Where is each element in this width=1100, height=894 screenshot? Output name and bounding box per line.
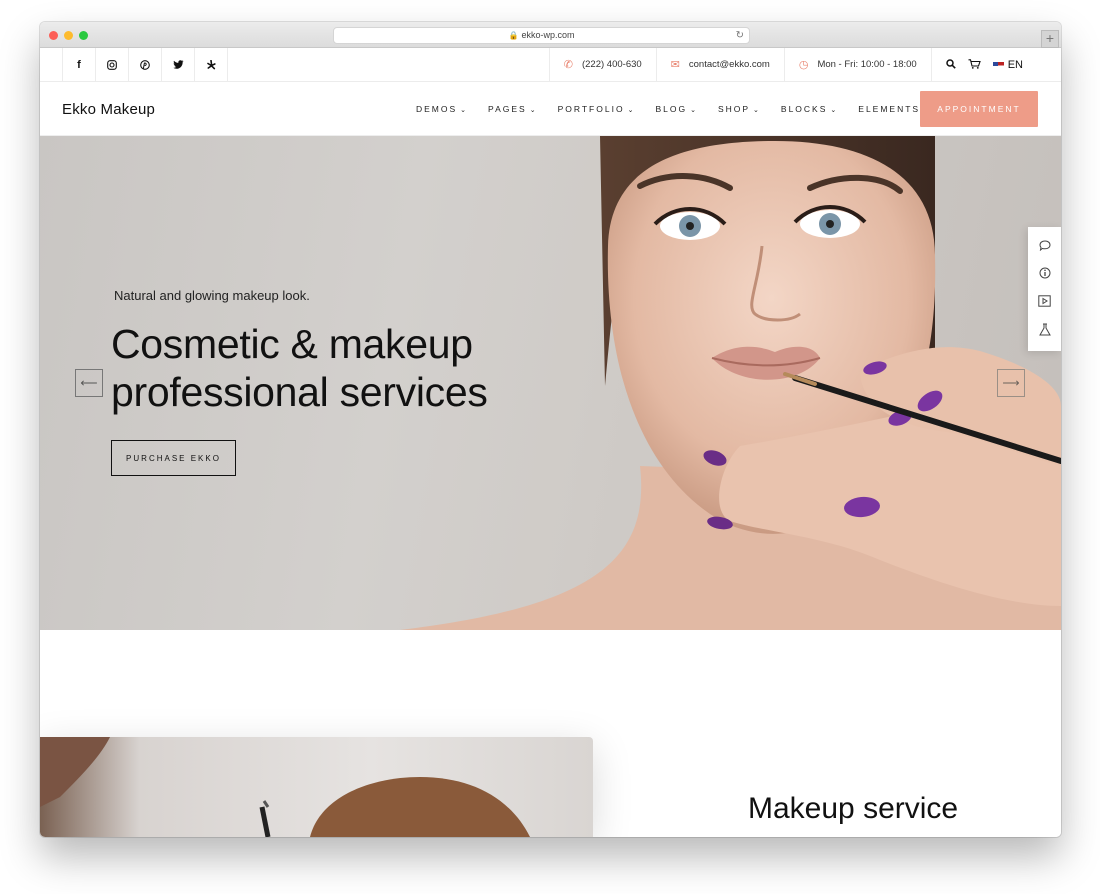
lock-icon: 🔒 <box>508 31 519 40</box>
hours-item: ◷ Mon - Fri: 10:00 - 18:00 <box>785 48 932 81</box>
slider-prev-arrow-icon[interactable]: ⟵ <box>75 369 103 397</box>
browser-window: 🔒 ekko-wp.com ↻ + f ✆ (222) 400-630 ✉ co… <box>40 22 1061 837</box>
site-logo[interactable]: Ekko Makeup <box>62 101 155 118</box>
nav-label: PAGES <box>488 104 527 114</box>
header-tools: EN <box>932 48 1039 82</box>
flask-icon[interactable] <box>1038 323 1051 339</box>
cart-icon[interactable] <box>968 58 981 72</box>
us-flag-icon <box>992 61 1004 69</box>
side-panel <box>1028 227 1061 351</box>
search-icon[interactable] <box>945 58 956 72</box>
contact-info: ✆ (222) 400-630 ✉ contact@ekko.com ◷ Mon… <box>548 48 1039 82</box>
language-selector[interactable]: EN <box>992 59 1023 71</box>
address-bar[interactable]: 🔒 ekko-wp.com ↻ <box>333 27 750 44</box>
section-title: Makeup service <box>748 792 959 825</box>
nav-item-pages[interactable]: PAGES ⌄ <box>488 104 536 114</box>
video-icon[interactable] <box>1038 294 1051 310</box>
site-header: Ekko Makeup DEMOS ⌄ PAGES ⌄ PORTFOLIO ⌄ BLO… <box>40 82 1061 136</box>
nav-item-elements[interactable]: ELEMENTS⌄ <box>858 104 929 114</box>
chevron-down-icon: ⌄ <box>830 107 837 114</box>
clock-icon: ◷ <box>798 59 809 71</box>
url-text: ekko-wp.com <box>521 30 575 40</box>
chevron-down-icon: ⌄ <box>529 107 536 114</box>
hours-text: Mon - Fri: 10:00 - 18:00 <box>817 59 917 70</box>
hero-slider: Natural and glowing makeup look. Cosmeti… <box>40 136 1061 630</box>
nav-item-shop[interactable]: SHOP ⌄ <box>718 104 759 114</box>
pinterest-icon[interactable] <box>129 48 162 81</box>
facebook-icon[interactable]: f <box>63 48 96 81</box>
hero-title-line: professional services <box>111 369 488 415</box>
hero-subtitle: Natural and glowing makeup look. <box>114 288 310 303</box>
chat-icon[interactable] <box>1038 239 1051 254</box>
nav-label: DEMOS <box>416 104 458 114</box>
phone-text: (222) 400-630 <box>581 59 642 70</box>
nav-item-demos[interactable]: DEMOS ⌄ <box>416 104 466 114</box>
service-image <box>40 737 593 837</box>
slider-next-arrow-icon[interactable]: ⟶ <box>997 369 1025 397</box>
top-info-bar: f ✆ (222) 400-630 ✉ contact@ekko.com ◷ M… <box>40 48 1061 82</box>
close-window-button[interactable] <box>49 31 58 40</box>
phone-icon: ✆ <box>563 59 573 71</box>
nav-item-blocks[interactable]: BLOCKS ⌄ <box>781 104 836 114</box>
yelp-icon[interactable] <box>195 48 228 81</box>
chevron-down-icon: ⌄ <box>460 107 467 114</box>
maximize-window-button[interactable] <box>79 31 88 40</box>
reload-icon[interactable]: ↻ <box>736 28 744 43</box>
chevron-down-icon: ⌄ <box>627 107 634 114</box>
nav-label: PORTFOLIO <box>557 104 625 114</box>
nav-label: ELEMENTS <box>858 104 921 114</box>
nav-item-portfolio[interactable]: PORTFOLIO ⌄ <box>558 104 634 114</box>
social-links: f <box>62 48 228 82</box>
services-section: Makeup service <box>40 630 1061 837</box>
service-photo <box>40 737 530 837</box>
hero-title-line: Cosmetic & makeup <box>111 321 473 367</box>
minimize-window-button[interactable] <box>64 31 73 40</box>
purchase-button[interactable]: PURCHASE EKKO <box>111 440 236 476</box>
main-nav: DEMOS ⌄ PAGES ⌄ PORTFOLIO ⌄ BLOG ⌄ SHOP ⌄ BLO… <box>416 82 929 136</box>
instagram-icon[interactable] <box>96 48 129 81</box>
email-item[interactable]: ✉ contact@ekko.com <box>657 48 785 81</box>
nav-label: BLOG <box>655 104 688 114</box>
hero-title: Cosmetic & makeup professional services <box>111 320 488 416</box>
nav-label: SHOP <box>717 104 751 114</box>
phone-item[interactable]: ✆ (222) 400-630 <box>550 48 657 81</box>
info-icon[interactable] <box>1039 267 1051 282</box>
nav-label: BLOCKS <box>780 104 828 114</box>
appointment-button[interactable]: APPOINTMENT <box>920 91 1038 127</box>
new-tab-button[interactable]: + <box>1041 30 1059 48</box>
email-text: contact@ekko.com <box>688 59 770 70</box>
envelope-icon: ✉ <box>670 59 680 71</box>
chevron-down-icon: ⌄ <box>753 107 759 114</box>
chevron-down-icon: ⌄ <box>690 107 696 114</box>
twitter-icon[interactable] <box>162 48 195 81</box>
language-text: EN <box>1007 59 1023 71</box>
browser-chrome: 🔒 ekko-wp.com ↻ + <box>40 22 1061 48</box>
nav-item-blog[interactable]: BLOG ⌄ <box>655 104 696 114</box>
